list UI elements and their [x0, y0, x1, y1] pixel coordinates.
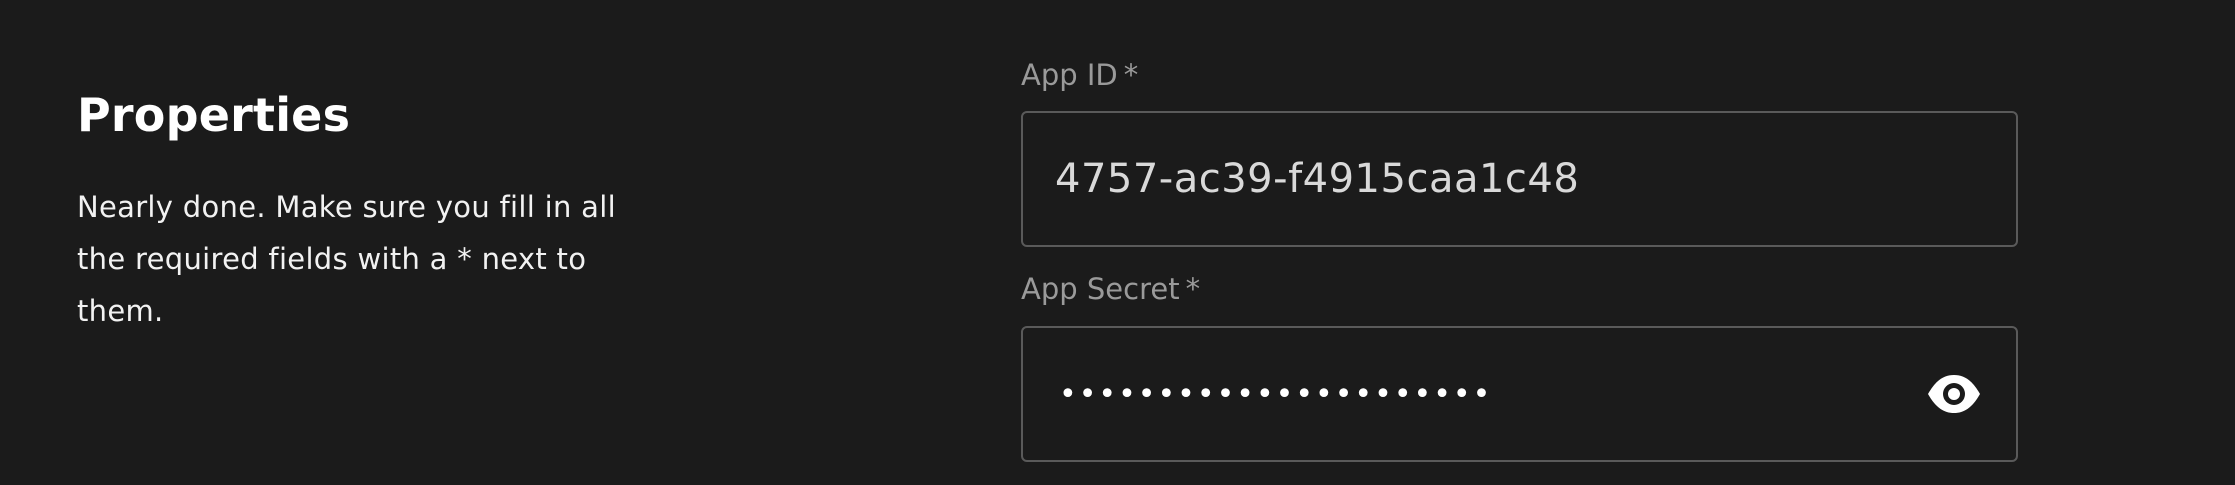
- app-id-label: App ID *: [1021, 55, 1138, 95]
- app-secret-label: App Secret *: [1021, 269, 1200, 309]
- app-secret-label-text: App Secret: [1021, 272, 1180, 306]
- section-description: Nearly done. Make sure you fill in all t…: [77, 190, 616, 328]
- app-secret-masked-value[interactable]: ••••••••••••••••••••••: [1059, 328, 1492, 460]
- required-marker: *: [1185, 272, 1201, 306]
- section-intro: Properties Nearly done. Make sure you fi…: [77, 85, 677, 337]
- app-id-input[interactable]: [1055, 113, 1935, 245]
- app-secret-field[interactable]: ••••••••••••••••••••••: [1021, 326, 2018, 462]
- app-id-field[interactable]: [1021, 111, 2018, 247]
- app-id-label-text: App ID: [1021, 58, 1118, 92]
- required-marker: *: [1123, 58, 1139, 92]
- section-title: Properties: [77, 88, 351, 142]
- eye-icon[interactable]: [1926, 372, 1982, 416]
